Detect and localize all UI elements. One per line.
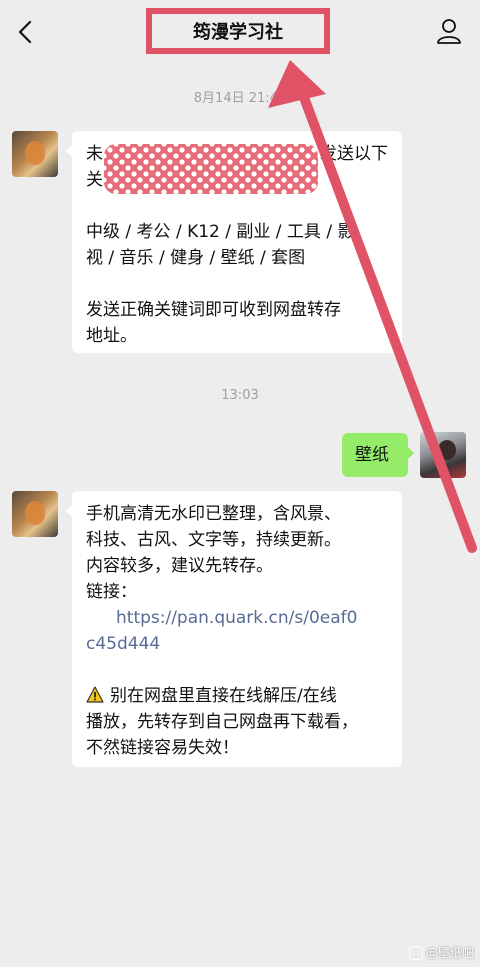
redaction-sticker [104,144,318,194]
watermark-text: @壁纸吧 [425,946,474,960]
message-text: 视 / 音乐 / 健身 / 壁纸 / 套图 [86,248,306,268]
share-link-continued[interactable]: c45d444 [86,631,388,657]
top-bar: 筠漫学习社 [0,0,480,64]
user-message-bubble[interactable]: 壁纸 [342,433,414,477]
message-text: 中级 / 考公 / K12 / 副业 / 工具 / 影 [86,222,355,242]
chevron-left-icon [18,20,32,44]
message-text: 科技、古风、文字等，持续更新。 [86,530,341,550]
message-text: 地址。 [86,326,137,346]
message-text: 播放，先转存到自己网盘再下载看， [86,712,358,732]
timestamp: 8月14日 21:47 [193,91,287,106]
bot-avatar[interactable] [12,131,58,177]
message-text: 不然链接容易失效！ [86,738,239,758]
chat-title: 筠漫学习社 [193,22,283,43]
message-text: 别在网盘里直接在线解压/在线 [110,686,337,706]
message-text: 壁纸 [355,445,389,465]
profile-button[interactable] [434,16,464,46]
title-highlight-box: 筠漫学习社 [146,8,330,54]
back-button[interactable] [10,14,42,50]
share-link[interactable]: https://pan.quark.cn/s/0eaf0 [86,605,388,631]
user-avatar[interactable] [420,432,466,478]
message-bubble[interactable]: 手机高清无水印已整理，含风景、 科技、古风、文字等，持续更新。 内容较多，建议先… [66,491,402,767]
message-text: 未 [86,144,103,164]
warning-icon [86,686,104,703]
watermark: @壁纸吧 [408,944,474,961]
watermark-logo-icon [408,945,423,960]
message-text: 链接： [86,582,137,602]
timestamp: 13:03 [221,388,259,403]
bot-avatar[interactable] [12,491,58,537]
person-icon [437,19,461,44]
message-text: 手机高清无水印已整理，含风景、 [86,504,341,524]
message-text: 发送正确关键词即可收到网盘转存 [86,300,341,320]
message-text: 发送以下 [320,144,388,164]
message-text: 内容较多，建议先转存。 [86,556,273,576]
